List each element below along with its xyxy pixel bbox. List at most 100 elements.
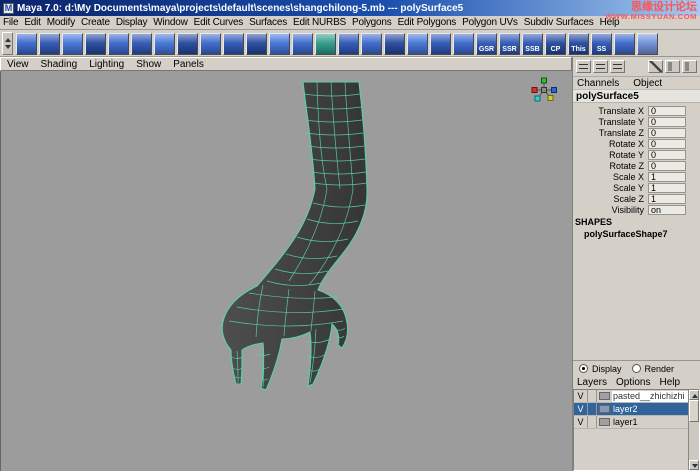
channel-label[interactable]: Scale X: [573, 172, 648, 182]
shelf-icon[interactable]: [177, 33, 198, 55]
channel-value-field[interactable]: 0: [648, 106, 686, 116]
shelf-icon[interactable]: [39, 33, 60, 55]
channel-label[interactable]: Translate X: [573, 106, 648, 116]
channel-label[interactable]: Scale Y: [573, 183, 648, 193]
shelf-icon[interactable]: SS: [591, 33, 612, 55]
panel-menu-item[interactable]: Shading: [35, 59, 84, 70]
shelf-icon[interactable]: [62, 33, 83, 55]
shelf-icon[interactable]: [85, 33, 106, 55]
channel-label[interactable]: Scale Z: [573, 194, 648, 204]
layer-row[interactable]: V layer2: [574, 403, 688, 416]
layer-visibility-toggle[interactable]: V: [574, 390, 588, 402]
panel-menu-item[interactable]: Panels: [167, 59, 210, 70]
shelf-icon[interactable]: [614, 33, 635, 55]
panel-menu-item[interactable]: View: [1, 59, 35, 70]
tool-settings-icon[interactable]: [648, 60, 663, 73]
shelf-icon[interactable]: [223, 33, 244, 55]
shelf-icon[interactable]: This: [568, 33, 589, 55]
menu-item[interactable]: Edit Polygons: [395, 17, 460, 28]
channel-value-field[interactable]: 0: [648, 128, 686, 138]
menu-item[interactable]: Polygon UVs: [459, 17, 521, 28]
shelf-icon[interactable]: CP: [545, 33, 566, 55]
titlebar[interactable]: M Maya 7.0: d:\My Documents\maya\project…: [0, 0, 700, 16]
channelbox-layout-icon[interactable]: [665, 60, 680, 73]
menu-item[interactable]: Display: [113, 17, 150, 28]
channel-speed-mode-icon[interactable]: [593, 60, 608, 73]
channel-value-field[interactable]: 1: [648, 172, 686, 182]
claw-model[interactable]: [1, 71, 572, 471]
channel-value-field[interactable]: 0: [648, 161, 686, 171]
menu-item[interactable]: Edit NURBS: [290, 17, 349, 28]
channelbox-menu-item[interactable]: Channels: [577, 78, 619, 89]
layer-row[interactable]: V pasted__zhichizhi: [574, 390, 688, 403]
layer-visibility-toggle[interactable]: V: [574, 403, 588, 415]
layer-color-swatch[interactable]: [599, 405, 610, 413]
render-radio[interactable]: [632, 364, 641, 373]
scroll-thumb[interactable]: [689, 400, 699, 422]
channel-label[interactable]: Rotate X: [573, 139, 648, 149]
shelf-icon[interactable]: [338, 33, 359, 55]
scroll-down-icon[interactable]: [689, 460, 699, 470]
shelf-icon[interactable]: [108, 33, 129, 55]
shelf-icon[interactable]: SSR: [499, 33, 520, 55]
scroll-up-icon[interactable]: [689, 390, 699, 400]
menu-item[interactable]: Help: [597, 17, 623, 28]
shape-name[interactable]: polySurfaceShape7: [573, 229, 700, 241]
panel-menu-item[interactable]: Show: [130, 59, 167, 70]
menu-item[interactable]: Create: [78, 17, 113, 28]
shelf-icon[interactable]: SSB: [522, 33, 543, 55]
layer-visibility-toggle[interactable]: V: [574, 416, 588, 428]
layer-name[interactable]: pasted__zhichizhi: [612, 391, 688, 402]
layer-playback-cell[interactable]: [588, 390, 597, 402]
shelf-icon[interactable]: [637, 33, 658, 55]
shelf-icon[interactable]: [16, 33, 37, 55]
layer-list-scrollbar[interactable]: [688, 390, 699, 470]
menu-item[interactable]: Window: [150, 17, 190, 28]
channel-label[interactable]: Rotate Z: [573, 161, 648, 171]
shelf-icon[interactable]: [315, 33, 336, 55]
layer-name[interactable]: layer1: [612, 417, 688, 427]
shelf-icon[interactable]: [131, 33, 152, 55]
channel-label[interactable]: Visibility: [573, 205, 648, 215]
channel-label[interactable]: Rotate Y: [573, 150, 648, 160]
layer-color-swatch[interactable]: [599, 418, 610, 426]
menu-item[interactable]: Subdiv Surfaces: [521, 17, 597, 28]
menu-item[interactable]: Polygons: [349, 17, 395, 28]
channel-value-field[interactable]: 0: [648, 139, 686, 149]
channel-value-field[interactable]: 1: [648, 183, 686, 193]
channelbox-menu-item[interactable]: Object: [633, 78, 662, 89]
display-radio[interactable]: [579, 364, 588, 373]
menu-item[interactable]: Surfaces: [246, 17, 290, 28]
channel-value-field[interactable]: 0: [648, 117, 686, 127]
layer-color-swatch[interactable]: [599, 392, 610, 400]
shelf-icon[interactable]: [361, 33, 382, 55]
shelf-tab-switcher[interactable]: [2, 32, 13, 55]
menu-item[interactable]: File: [0, 17, 21, 28]
channel-value-field[interactable]: on: [648, 205, 686, 215]
panel-menu-item[interactable]: Lighting: [83, 59, 130, 70]
channel-manipulator-icon[interactable]: [610, 60, 625, 73]
channel-value-field[interactable]: 1: [648, 194, 686, 204]
layer-name[interactable]: layer2: [612, 404, 688, 414]
channel-slider-mode-icon[interactable]: [576, 60, 591, 73]
shelf-icon[interactable]: [453, 33, 474, 55]
shelf-icon[interactable]: [430, 33, 451, 55]
channel-label[interactable]: Translate Y: [573, 117, 648, 127]
layer-row[interactable]: V layer1: [574, 416, 688, 429]
channel-label[interactable]: Translate Z: [573, 128, 648, 138]
shelf-icon[interactable]: GSR: [476, 33, 497, 55]
shelf-icon[interactable]: [384, 33, 405, 55]
menu-item[interactable]: Edit Curves: [191, 17, 247, 28]
layer-editor-layout-icon[interactable]: [682, 60, 697, 73]
layer-playback-cell[interactable]: [588, 403, 597, 415]
shelf-icon[interactable]: [407, 33, 428, 55]
shelf-icon[interactable]: [269, 33, 290, 55]
menu-item[interactable]: Edit: [21, 17, 43, 28]
shelf-icon[interactable]: [246, 33, 267, 55]
layer-menu-item[interactable]: Options: [616, 377, 650, 388]
shelf-icon[interactable]: [292, 33, 313, 55]
viewport[interactable]: [0, 71, 572, 471]
layer-menu-item[interactable]: Help: [659, 377, 680, 388]
menu-item[interactable]: Modify: [44, 17, 78, 28]
layer-menu-item[interactable]: Layers: [577, 377, 607, 388]
